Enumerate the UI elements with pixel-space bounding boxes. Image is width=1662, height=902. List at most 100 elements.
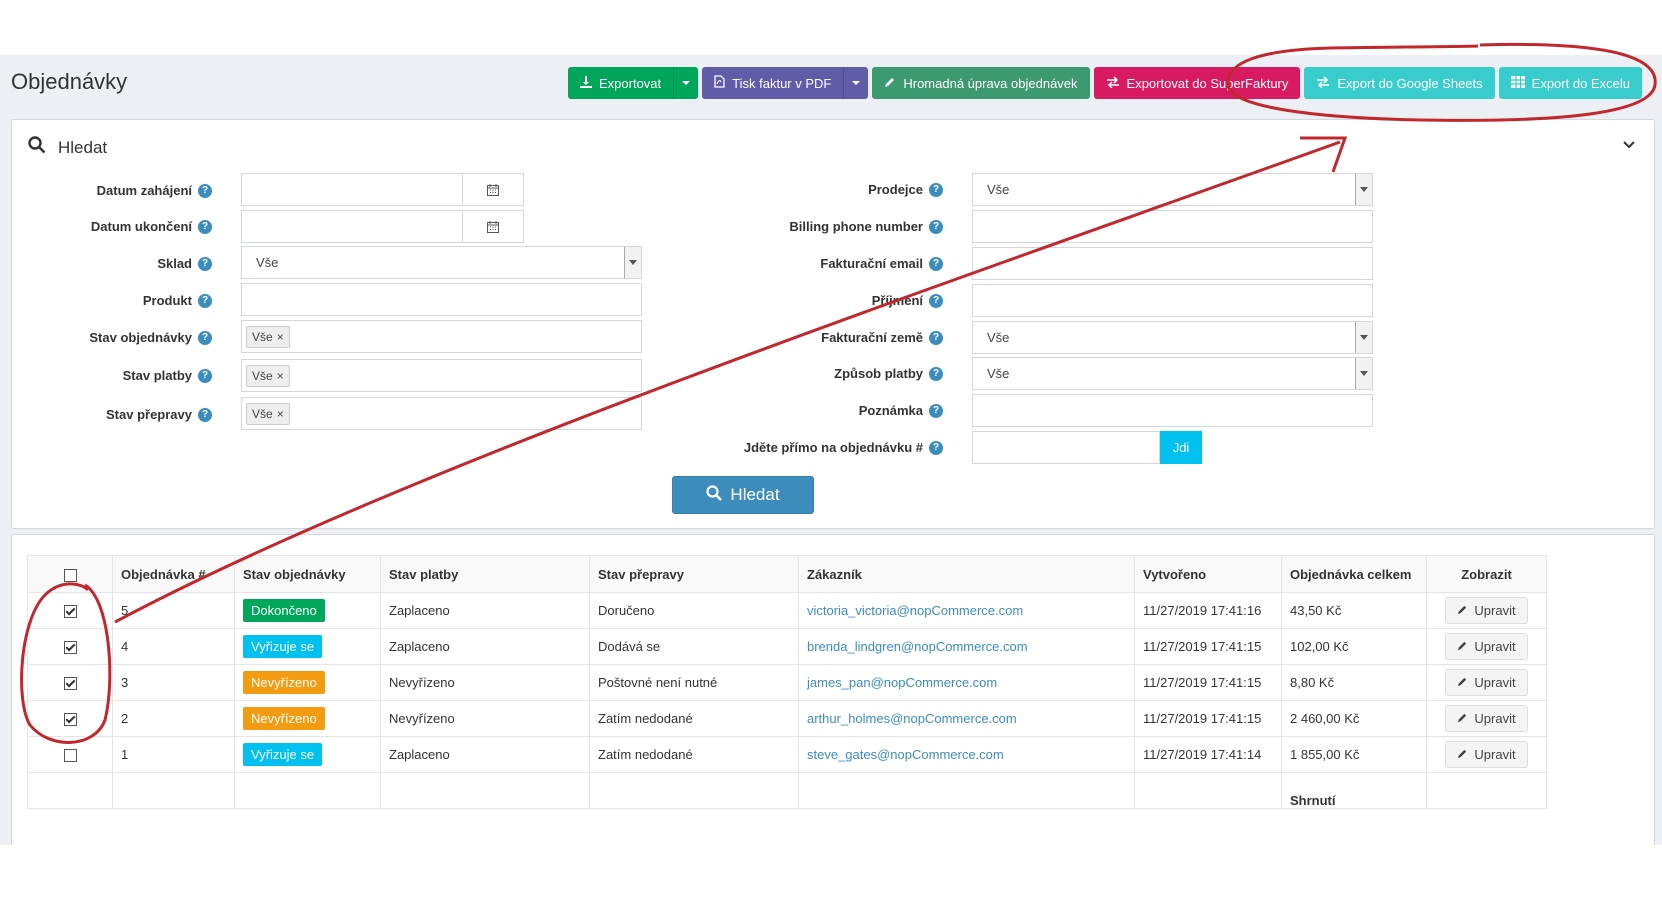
column-header[interactable]: Vytvořeno (1134, 555, 1282, 593)
print-pdf-button[interactable]: Tisk faktur v PDF (702, 67, 844, 99)
select-all-cell (27, 555, 113, 593)
billing-email-input[interactable] (972, 247, 1373, 280)
view-cell: Upravit (1426, 628, 1547, 665)
help-icon: ? (198, 407, 212, 422)
export-excel-label: Export do Excelu (1531, 75, 1630, 91)
row-checkbox[interactable] (63, 641, 77, 655)
export-button-group: Exportovat (568, 67, 699, 99)
chevron-down-icon[interactable] (1622, 138, 1636, 153)
row-checkbox[interactable] (63, 749, 77, 763)
customer-email-link[interactable]: james_pan@nopCommerce.com (807, 675, 997, 690)
caret-down-icon (682, 81, 691, 85)
payment-status-label: Stav platby? (52, 359, 212, 392)
warehouse-select[interactable]: Vše (241, 246, 642, 279)
billing-country-label: Fakturační země? (642, 321, 943, 354)
help-icon: ? (198, 256, 212, 271)
help-icon: ? (929, 219, 943, 234)
billing-country-select[interactable]: Vše (972, 321, 1373, 354)
edit-button[interactable]: Upravit (1445, 633, 1528, 660)
note-label: Poznámka? (642, 394, 943, 427)
column-header[interactable]: Stav přepravy (589, 555, 799, 593)
help-icon: ? (929, 330, 943, 345)
view-cell: Upravit (1426, 700, 1547, 737)
vendor-select[interactable]: Vše (972, 173, 1373, 206)
end-date-input[interactable] (241, 210, 524, 243)
row-checkbox[interactable] (63, 677, 77, 691)
start-date-input[interactable] (241, 173, 524, 206)
order-id-cell: 4 (112, 628, 235, 665)
pencil-icon (1457, 639, 1468, 654)
billing-phone-input[interactable] (972, 210, 1373, 243)
shipping-status-label: Stav přepravy? (52, 398, 212, 431)
note-input[interactable] (972, 394, 1373, 427)
export-button-label: Exportovat (599, 75, 662, 91)
export-button[interactable]: Exportovat (568, 67, 674, 99)
warehouse-label: Sklad? (52, 247, 212, 280)
search-panel-header[interactable]: Hledat (28, 136, 107, 159)
chevron-down-icon (624, 247, 641, 278)
column-header[interactable]: Stav objednávky (234, 555, 381, 593)
select-all-checkbox[interactable] (63, 568, 77, 582)
shipping-status-cell: Zatím nedodané (589, 700, 799, 737)
go-button[interactable]: Jdi (1160, 431, 1202, 464)
search-submit-button[interactable]: Hledat (672, 476, 814, 514)
column-header[interactable]: Objednávka celkem (1281, 555, 1427, 593)
customer-email-link[interactable]: brenda_lindgren@nopCommerce.com (807, 639, 1028, 654)
help-icon: ? (929, 440, 943, 455)
close-icon[interactable]: × (277, 369, 284, 383)
export-excel-button[interactable]: Export do Excelu (1498, 67, 1642, 99)
vendor-label: Prodejce? (642, 173, 943, 206)
edit-button[interactable]: Upravit (1445, 705, 1528, 732)
order-status-cell: Nevyřízeno (234, 664, 381, 701)
created-cell: 11/27/2019 17:41:14 (1134, 736, 1282, 773)
go-to-order-input[interactable] (972, 431, 1160, 464)
toolbar: Exportovat Tisk faktur v PDF Hromadná úp… (568, 67, 1642, 99)
close-icon[interactable]: × (277, 407, 284, 421)
customer-email-link[interactable]: arthur_holmes@nopCommerce.com (807, 711, 1017, 726)
close-icon[interactable]: × (277, 330, 284, 344)
view-cell: Upravit (1426, 664, 1547, 701)
order-status-multiselect[interactable]: Vše × (241, 320, 642, 353)
help-icon: ? (198, 368, 212, 383)
row-checkbox[interactable] (63, 713, 77, 727)
payment-status-tag: Vše × (246, 364, 290, 387)
calendar-icon[interactable] (462, 174, 523, 205)
bulk-edit-button[interactable]: Hromadná úprava objednávek (872, 67, 1090, 99)
export-superfaktura-button[interactable]: Exportovat do SuperFaktury (1093, 67, 1301, 99)
bulk-edit-label: Hromadná úprava objednávek (903, 75, 1078, 91)
product-input[interactable] (241, 283, 642, 316)
export-dropdown-toggle[interactable] (673, 67, 699, 99)
customer-email-link[interactable]: victoria_victoria@nopCommerce.com (807, 603, 1023, 618)
customer-email-link[interactable]: steve_gates@nopCommerce.com (807, 747, 1004, 762)
row-checkbox[interactable] (63, 605, 77, 619)
edit-button-label: Upravit (1474, 603, 1516, 618)
search-panel: Hledat Datum zahájení? Datum ukončení? S… (11, 119, 1655, 529)
shipping-status-multiselect[interactable]: Vše × (241, 397, 642, 430)
exchange-icon (1106, 75, 1120, 91)
pdf-dropdown-toggle[interactable] (843, 67, 869, 99)
export-google-sheets-label: Export do Google Sheets (1337, 75, 1483, 91)
customer-cell: arthur_holmes@nopCommerce.com (798, 700, 1135, 737)
order-status-badge: Nevyřízeno (243, 671, 325, 694)
edit-button-label: Upravit (1474, 711, 1516, 726)
table-icon (1510, 75, 1525, 91)
calendar-icon[interactable] (462, 211, 523, 242)
payment-method-select[interactable]: Vše (972, 357, 1373, 390)
payment-status-cell: Zaplaceno (380, 592, 590, 629)
table-row: 3 Nevyřízeno Nevyřízeno Poštovné není nu… (27, 664, 1547, 701)
order-status-badge: Nevyřízeno (243, 707, 325, 730)
edit-button[interactable]: Upravit (1445, 597, 1528, 624)
order-status-cell: Dokončeno (234, 592, 381, 629)
help-icon: ? (929, 256, 943, 271)
export-google-sheets-button[interactable]: Export do Google Sheets (1304, 67, 1495, 99)
column-header[interactable]: Objednávka # (112, 555, 235, 593)
edit-button[interactable]: Upravit (1445, 669, 1528, 696)
column-header[interactable]: Zákazník (798, 555, 1135, 593)
edit-button[interactable]: Upravit (1445, 741, 1528, 768)
chevron-down-icon (1355, 358, 1372, 389)
payment-status-multiselect[interactable]: Vše × (241, 359, 642, 392)
column-header[interactable]: Stav platby (380, 555, 590, 593)
chevron-down-icon (1355, 322, 1372, 353)
last-name-input[interactable] (972, 284, 1373, 317)
row-select-cell (27, 736, 113, 773)
